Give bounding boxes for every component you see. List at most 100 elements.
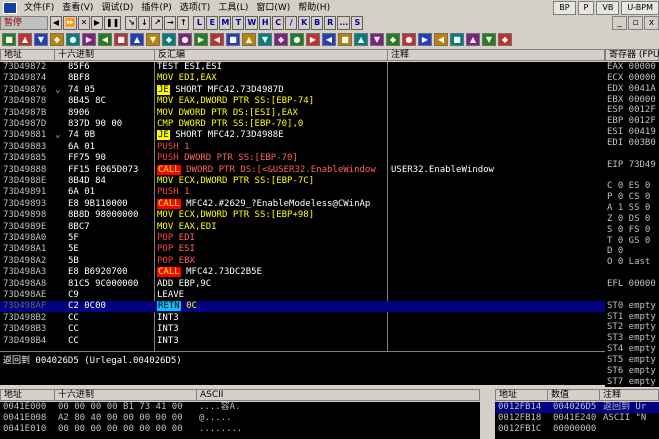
disasm-row[interactable]: 73D49893 E8 9B110000 CALL MFC42.#2629_?Ena… [0,198,605,210]
menu-item[interactable]: 调试(D) [97,1,137,15]
restore-button[interactable]: ▫ [628,16,643,30]
toolbar-button[interactable]: / [285,16,298,30]
stack-col-comment[interactable]: 注释 [600,390,659,400]
stack-row[interactable]: 0012FB18 0041E240 ASCII "N [495,413,659,424]
register-row[interactable]: EDI 003B0 [605,138,659,149]
stack-col-address[interactable]: 地址 [496,390,548,400]
arrow-icon[interactable]: ▶ [82,33,96,46]
disasm-row[interactable]: 73D49885 FF75 90 PUSH DWORD PTR SS:[EBP-70… [0,153,605,164]
disasm-row[interactable]: 73D498B4 CC INT3 [0,336,605,347]
toolbar-button[interactable]: ↓ [138,16,151,30]
arrow-icon[interactable]: ▼ [482,33,496,46]
arrow-icon[interactable]: ● [66,33,80,46]
disasm-row[interactable]: 73D49883 6A 01 PUSH 1 [0,142,605,153]
menu-item[interactable]: 窗口(W) [252,1,294,15]
register-row[interactable]: EIP 73D49 [605,160,659,171]
arrow-icon[interactable]: ▲ [466,33,480,46]
register-row[interactable]: O 0 Last [605,257,659,268]
toolbar-button[interactable]: B [311,16,324,30]
register-row[interactable]: P 0 CS 0 [605,192,659,203]
register-row[interactable] [605,268,659,279]
disasm-row[interactable]: 73D4987D 837D 90 00 CMP DWORD PTR SS:[EBP-… [0,119,605,130]
arrow-icon[interactable]: ■ [338,33,352,46]
toolbar-button[interactable]: T [232,16,245,30]
dump-row[interactable]: 0041E010 00 00 00 00 00 00 00 00........ [0,424,480,435]
arrow-icon[interactable]: ◀ [322,33,336,46]
disasm-col-disassembly[interactable]: 反汇编 [155,50,388,60]
toolbar-toggle-button[interactable]: P [577,1,595,15]
disasm-row[interactable]: 73D49898 8B8D 98000000 MOV ECX,DWORD PTR S… [0,210,605,221]
register-row[interactable] [605,149,659,160]
register-row[interactable]: ST3 empty [605,333,659,344]
arrow-icon[interactable]: ▲ [18,33,32,46]
disasm-row[interactable]: 73D49874 8BF8 MOV EDI,EAX [0,73,605,84]
toolbar-toggle-button[interactable]: U-BPM [621,1,659,15]
disasm-row[interactable]: 73D4987B 8906 MOV DWORD PTR DS:[ESI],EAX [0,108,605,119]
register-row[interactable]: EBX 00000 [605,95,659,106]
toolbar-button[interactable]: W [245,16,259,30]
disasm-row[interactable]: 73D49872 85F6 TEST ESI,ESI [0,62,605,73]
toolbar-button[interactable]: K [298,16,311,30]
toolbar-button[interactable]: S [351,16,364,30]
arrow-icon[interactable]: ▼ [370,33,384,46]
toolbar-toggle-button[interactable]: VB [596,1,620,15]
register-row[interactable]: ST1 empty [605,312,659,323]
toolbar-toggle-button[interactable]: BP [553,1,576,15]
dump-col-address[interactable]: 地址 [1,390,55,400]
register-row[interactable]: ST5 empty [605,355,659,366]
menu-item[interactable]: 插件(P) [137,1,175,15]
register-row[interactable]: ST4 empty [605,344,659,355]
disasm-col-address[interactable]: 地址 [1,50,55,60]
disasm-row[interactable]: 73D498A2 5B POP EBX [0,256,605,267]
stack-pane[interactable]: 0012FB14 004026D5 返回到 Ur 0012FB18 0041E240 AS… [495,402,659,439]
toolbar-button[interactable]: H [259,16,272,30]
toolbar-button[interactable]: ... [337,16,351,30]
register-row[interactable]: Z 0 DS 0 [605,214,659,225]
arrow-icon[interactable]: ◆ [274,33,288,46]
arrow-icon[interactable]: ◀ [210,33,224,46]
register-row[interactable]: EFL 00000 [605,279,659,290]
arrow-icon[interactable]: ● [178,33,192,46]
register-row[interactable]: C 0 ES 0 [605,181,659,192]
register-row[interactable]: ST6 empty [605,366,659,377]
disasm-row[interactable]: 73D49881 ⌄ 74 0B JE SHORT MFC42.73D4988E [0,130,605,141]
arrow-icon[interactable]: ▲ [130,33,144,46]
disassembly-pane[interactable]: 73D49872 85F6 TEST ESI,ESI 73D49874 8BF8 MOV … [0,62,605,351]
register-row[interactable]: EDX 0041A [605,84,659,95]
disasm-row[interactable]: 73D498B2 CC INT3 [0,313,605,324]
registers-pane[interactable]: EAX 00000 ECX 00000 EDX 0041A EBX 00000 ESP … [605,62,659,387]
disasm-col-comment[interactable]: 注释 [388,50,606,60]
toolbar-button[interactable]: → [164,16,177,30]
menu-item[interactable]: 文件(F) [20,1,58,15]
arrow-icon[interactable]: ◆ [162,33,176,46]
arrow-icon[interactable]: ■ [450,33,464,46]
disasm-row[interactable]: 73D498AE C9 LEAVE [0,290,605,301]
stack-col-value[interactable]: 数值 [548,390,600,400]
disasm-row[interactable]: 73D498A8 81C5 9C000000 ADD EBP,9C [0,279,605,290]
register-row[interactable]: ESP 0012F [605,105,659,116]
register-row[interactable]: ST7 empty [605,377,659,387]
disasm-row[interactable]: 73D498B3 CC INT3 [0,324,605,335]
arrow-icon[interactable]: ◆ [386,33,400,46]
arrow-icon[interactable]: ▶ [418,33,432,46]
arrow-icon[interactable]: ◆ [498,33,512,46]
arrow-icon[interactable]: ▲ [242,33,256,46]
arrow-icon[interactable]: ■ [226,33,240,46]
arrow-icon[interactable]: ▼ [34,33,48,46]
dump-row[interactable]: 0041E000 00 00 00 00 B1 73 41 00 ....容A. [0,402,480,413]
arrow-icon[interactable]: ◀ [434,33,448,46]
menu-item[interactable]: 查看(V) [58,1,97,15]
menu-item[interactable]: 选项(T) [176,1,215,15]
toolbar-button[interactable]: ▶ [90,16,103,30]
register-row[interactable] [605,171,659,182]
toolbar-button[interactable]: ◀ [50,16,62,30]
arrow-icon[interactable]: ■ [2,33,16,46]
disasm-row[interactable]: 73D4989E 8BC7 MOV EAX,EDI [0,222,605,233]
close-button[interactable]: x [644,16,659,30]
toolbar-button[interactable]: ⏩ [63,16,77,30]
register-row[interactable]: ST0 empty [605,301,659,312]
register-row[interactable]: ESI 00419 [605,127,659,138]
toolbar-button[interactable]: L [193,16,206,30]
disasm-row[interactable]: 73D4988E 8B4D 84 MOV ECX,DWORD PTR SS:[EBP… [0,176,605,187]
stack-row[interactable]: 0012FB1C 00000000 [495,424,659,435]
